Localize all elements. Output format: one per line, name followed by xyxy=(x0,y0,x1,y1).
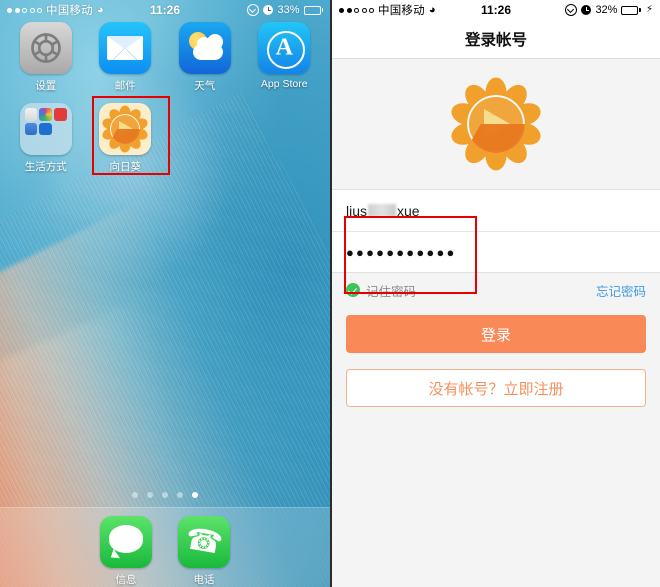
folder-icon xyxy=(19,103,72,155)
settings-gear-icon xyxy=(19,22,72,74)
alarm-clock-icon xyxy=(581,5,592,15)
battery-icon xyxy=(621,5,641,15)
location-arrow-icon xyxy=(247,4,260,16)
page-dot-active[interactable] xyxy=(192,492,198,498)
app-icon-lifestyle-folder[interactable]: 生活方式 xyxy=(6,103,86,174)
battery-percent-label: 32% xyxy=(595,4,618,16)
home-app-grid: 设置 邮件 天气 A App Store 生活方式 向日葵 xyxy=(0,22,330,174)
password-value-masked: ●●●●●●●●●●● xyxy=(346,244,457,260)
left-status-indicators: 33% xyxy=(247,4,323,16)
page-indicator-dots[interactable] xyxy=(0,492,330,498)
weather-sun-cloud-icon xyxy=(178,22,231,74)
username-value: lius xue xyxy=(346,203,420,219)
app-store-icon: A xyxy=(258,22,311,74)
home-dock: 信息 ☎ 电话 xyxy=(0,507,330,587)
gear-glyph xyxy=(30,33,61,63)
app-logo-area xyxy=(332,59,660,189)
dock-item-messages[interactable]: 信息 xyxy=(100,516,152,587)
right-status-bar: 中国移动 ◕ 11:26 32% ⚡ xyxy=(332,0,660,20)
mail-envelope-icon xyxy=(99,22,152,74)
battery-icon xyxy=(303,5,323,15)
dock-label-messages: 信息 xyxy=(115,574,137,586)
check-circle-icon xyxy=(346,283,360,297)
app-label-sunflower: 向日葵 xyxy=(109,161,142,173)
phone-handset-icon: ☎ xyxy=(178,516,230,568)
login-button[interactable]: 登录 xyxy=(346,315,646,353)
remember-password-checkbox[interactable]: 记住密码 xyxy=(346,281,416,300)
alarm-clock-icon xyxy=(263,5,274,15)
login-navbar: 登录帐号 xyxy=(332,20,660,59)
page-dot[interactable] xyxy=(147,492,153,498)
left-phone-home-screen: 中国移动 ◕ 11:26 33% 设置 邮件 天气 A App Store 生活… xyxy=(0,0,330,587)
battery-percent-label: 33% xyxy=(277,4,300,16)
app-icon-settings[interactable]: 设置 xyxy=(6,22,86,93)
app-label-mail: 邮件 xyxy=(114,80,136,92)
app-icon-mail[interactable]: 邮件 xyxy=(86,22,166,93)
logo-center-circle xyxy=(467,95,525,153)
dual-phone-screenshot: 中国移动 ◕ 11:26 33% 设置 邮件 天气 A App Store 生活… xyxy=(0,0,660,587)
password-field[interactable]: ●●●●●●●●●●● xyxy=(332,231,660,272)
redacted-block xyxy=(368,204,397,217)
username-prefix: lius xyxy=(346,202,368,219)
app-label-lifestyle: 生活方式 xyxy=(24,161,67,173)
left-status-bar: 中国移动 ◕ 11:26 33% xyxy=(0,0,330,20)
sunflower-logo xyxy=(448,76,544,172)
lightning-bolt-icon: ⚡ xyxy=(645,4,653,15)
app-label-settings: 设置 xyxy=(35,80,57,92)
login-buttons-area: 登录 没有帐号？立即注册 xyxy=(332,307,660,407)
location-arrow-icon xyxy=(565,4,578,16)
forgot-password-link[interactable]: 忘记密码 xyxy=(596,281,646,300)
page-dot[interactable] xyxy=(132,492,138,498)
app-label-weather: 天气 xyxy=(194,80,216,92)
sunflower-glyph-small xyxy=(101,105,150,153)
app-icon-weather[interactable]: 天气 xyxy=(165,22,245,93)
remember-password-label: 记住密码 xyxy=(366,284,417,299)
login-options-row: 记住密码 忘记密码 xyxy=(332,273,660,307)
username-field[interactable]: lius xue xyxy=(332,190,660,231)
dock-label-phone: 电话 xyxy=(193,574,215,586)
dock-item-phone[interactable]: ☎ 电话 xyxy=(178,516,230,587)
page-dot[interactable] xyxy=(162,492,168,498)
register-button[interactable]: 没有帐号？立即注册 xyxy=(346,369,646,407)
sunflower-app-icon xyxy=(99,103,152,155)
right-phone-login-screen: 中国移动 ◕ 11:26 32% ⚡ 登录帐号 lius xue ●●●●●●●… xyxy=(330,0,660,587)
login-form: lius xue ●●●●●●●●●●● xyxy=(332,189,660,273)
page-dot[interactable] xyxy=(177,492,183,498)
username-suffix: xue xyxy=(397,202,420,219)
app-icon-app-store[interactable]: A App Store xyxy=(245,22,325,93)
right-status-indicators: 32% ⚡ xyxy=(565,4,653,16)
page-title: 登录帐号 xyxy=(464,32,527,49)
app-label-app-store: App Store xyxy=(260,78,308,90)
app-icon-sunflower[interactable]: 向日葵 xyxy=(86,103,166,174)
messages-bubble-icon xyxy=(100,516,152,568)
